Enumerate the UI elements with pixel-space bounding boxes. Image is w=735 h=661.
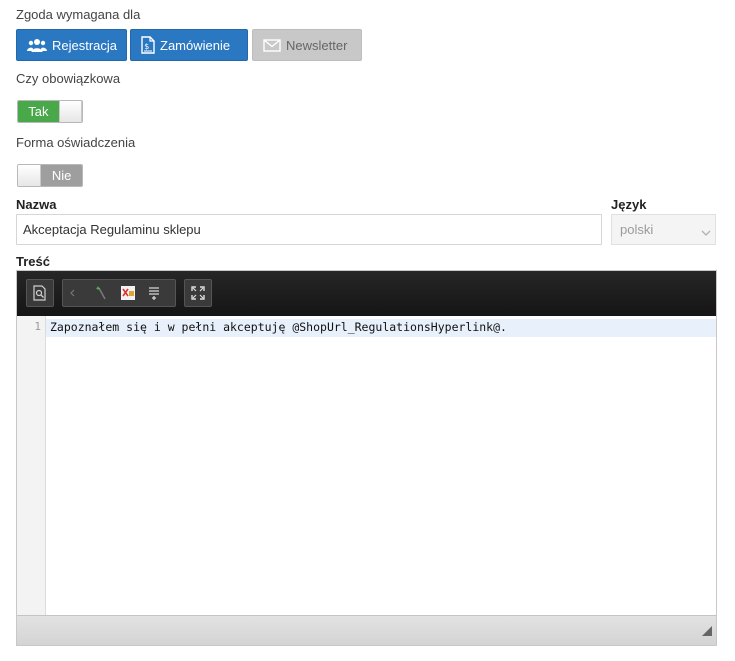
toggle-knob xyxy=(18,165,42,186)
name-label: Nazwa xyxy=(16,197,57,212)
newsletter-button-label: Newsletter xyxy=(286,37,348,53)
order-button-label: Zamówienie xyxy=(160,37,231,53)
wand-icon[interactable] xyxy=(89,280,115,306)
consent-label: Zgoda wymagana dla xyxy=(16,7,141,22)
code-tag-icon[interactable] xyxy=(63,280,89,306)
required-toggle[interactable]: Tak xyxy=(17,100,83,123)
editor-statusbar xyxy=(17,615,716,645)
statement-form-toggle-state: Nie xyxy=(41,165,82,186)
language-label: Język xyxy=(611,197,647,212)
chevron-down-icon xyxy=(701,225,711,240)
toolbar-group-tools xyxy=(62,279,176,307)
language-select[interactable]: polski xyxy=(611,214,716,245)
code-editor: 1 Zapoznałem się i w pełni akceptuję @Sh… xyxy=(16,270,717,646)
line-gutter: 1 xyxy=(17,316,46,615)
image-icon[interactable] xyxy=(115,280,141,306)
line-number: 1 xyxy=(34,320,41,333)
preview-icon[interactable] xyxy=(27,280,53,306)
required-toggle-state: Tak xyxy=(18,101,59,122)
envelope-icon xyxy=(263,38,281,52)
toggle-knob xyxy=(58,101,82,122)
statement-form-label: Forma oświadczenia xyxy=(16,135,136,150)
toolbar-group-preview xyxy=(26,279,54,307)
svg-text:$: $ xyxy=(144,42,149,51)
editor-toolbar xyxy=(17,271,716,316)
newsletter-button[interactable]: Newsletter xyxy=(252,29,362,61)
order-button[interactable]: $ Zamówienie xyxy=(130,29,248,61)
code-area[interactable]: 1 Zapoznałem się i w pełni akceptuję @Sh… xyxy=(17,316,716,615)
users-icon xyxy=(27,38,47,52)
name-input[interactable] xyxy=(16,214,602,245)
resize-handle-icon[interactable] xyxy=(702,623,712,641)
code-line[interactable]: Zapoznałem się i w pełni akceptuję @Shop… xyxy=(50,320,507,334)
fullscreen-icon[interactable] xyxy=(185,280,211,306)
registration-button-label: Rejestracja xyxy=(52,37,118,53)
toolbar-group-fullscreen xyxy=(184,279,212,307)
content-label: Treść xyxy=(16,254,50,269)
registration-button[interactable]: Rejestracja xyxy=(16,29,127,61)
align-icon[interactable] xyxy=(141,280,167,306)
statement-form-toggle[interactable]: Nie xyxy=(17,164,83,187)
document-icon: $ xyxy=(141,36,155,54)
language-select-value: polski xyxy=(620,222,654,237)
required-label: Czy obowiązkowa xyxy=(16,71,121,86)
